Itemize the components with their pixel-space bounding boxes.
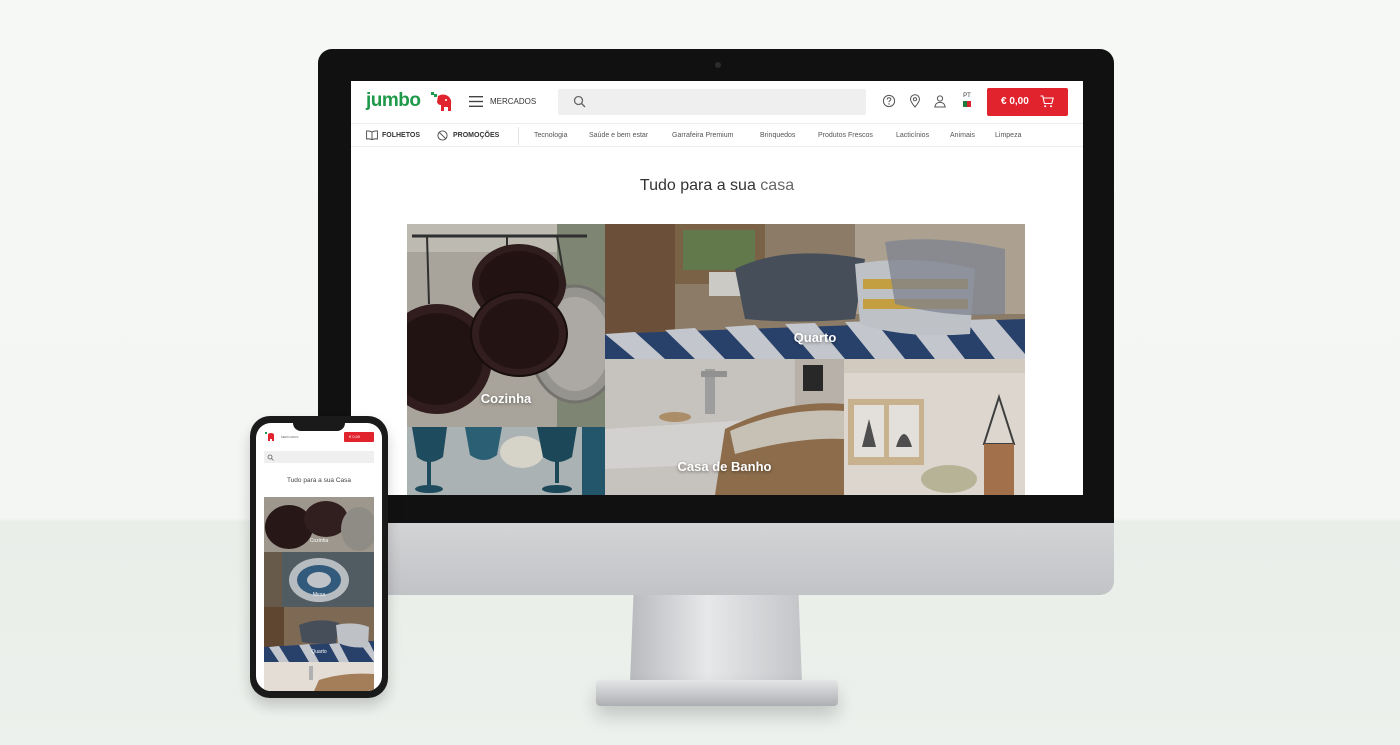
language-selector[interactable]: PT bbox=[961, 93, 973, 109]
tile-cozinha-label: Cozinha bbox=[480, 391, 532, 406]
tile-casa-de-banho-label: Casa de Banho bbox=[677, 459, 772, 474]
elephant-logo-icon[interactable] bbox=[431, 92, 453, 112]
tile-cozinha[interactable]: Cozinha bbox=[407, 224, 605, 427]
mobile-tile-quarto-label: Quarto bbox=[311, 649, 327, 655]
tile-quarto[interactable]: Quarto bbox=[605, 224, 1025, 359]
mobile-page-title: Tudo para a sua Casa bbox=[286, 477, 352, 484]
user-account-icon[interactable] bbox=[933, 94, 947, 108]
mobile-screen: MERCADOS € 0,00 Tudo para a sua Casa Coz… bbox=[256, 423, 382, 691]
nav-category-lacticinios[interactable]: Lacticínios bbox=[896, 132, 929, 139]
imac-stand-foot bbox=[596, 680, 838, 706]
nav-brochures-label: FOLHETOS bbox=[382, 132, 420, 139]
smartphone-frame: MERCADOS € 0,00 Tudo para a sua Casa Coz… bbox=[250, 416, 388, 698]
cart-total: € 0,00 bbox=[1001, 96, 1029, 107]
tile-decor[interactable] bbox=[844, 359, 1025, 495]
jumbo-logo[interactable]: jumbo bbox=[366, 90, 421, 112]
page-title: Tudo para a sua casa bbox=[351, 177, 1083, 195]
help-icon[interactable] bbox=[882, 94, 896, 108]
nav-category-saude[interactable]: Saúde e bem estar bbox=[589, 132, 648, 139]
mobile-tile-quarto[interactable]: Quarto bbox=[264, 607, 374, 662]
markets-menu-label[interactable]: MERCADOS bbox=[490, 97, 536, 106]
nav-category-animais[interactable]: Animais bbox=[950, 132, 975, 139]
shopping-cart-icon bbox=[1040, 95, 1054, 108]
tile-quarto-label: Quarto bbox=[793, 330, 837, 345]
tile-casa-de-banho[interactable]: Casa de Banho bbox=[605, 359, 844, 495]
location-pin-icon[interactable] bbox=[908, 94, 922, 108]
open-book-icon bbox=[366, 130, 378, 140]
nav-category-garrafeira[interactable]: Garrafeira Premium bbox=[672, 132, 733, 139]
mobile-tile-cozinha[interactable]: Cozinha bbox=[264, 497, 374, 552]
mobile-search-icon bbox=[267, 454, 274, 461]
page-title-main: Tudo para a sua bbox=[639, 177, 756, 194]
mobile-table-plates-image bbox=[264, 552, 374, 607]
search-input[interactable] bbox=[558, 89, 866, 115]
promotion-tag-icon bbox=[437, 130, 448, 141]
mobile-tile-mesa[interactable]: Mesa bbox=[264, 552, 374, 607]
desktop-screen: jumbo MERCADOS PT € 0,00 FOLHETOS PROMOÇ… bbox=[351, 81, 1083, 495]
nav-category-tecnologia[interactable]: Tecnologia bbox=[534, 132, 567, 139]
site-header: jumbo MERCADOS PT € 0,00 bbox=[351, 81, 1083, 123]
category-nav: FOLHETOS PROMOÇÕES Tecnologia Saúde e be… bbox=[351, 123, 1083, 147]
nav-category-produtos-frescos[interactable]: Produtos Frescos bbox=[818, 132, 873, 139]
search-icon[interactable] bbox=[573, 95, 586, 108]
phone-notch bbox=[293, 423, 345, 431]
nav-promotions[interactable]: PROMOÇÕES bbox=[437, 130, 500, 141]
nav-brochures[interactable]: FOLHETOS bbox=[366, 130, 420, 140]
mobile-menu-label[interactable]: MERCADOS bbox=[281, 435, 298, 439]
imac-camera bbox=[715, 62, 721, 68]
language-code: PT bbox=[963, 93, 971, 99]
tile-glassware[interactable] bbox=[407, 427, 605, 495]
blue-glassware-image bbox=[407, 427, 605, 495]
bathroom-sink-image bbox=[605, 359, 844, 495]
imac-stand-neck bbox=[630, 595, 802, 683]
nav-category-limpeza[interactable]: Limpeza bbox=[995, 132, 1021, 139]
nav-category-brinquedos[interactable]: Brinquedos bbox=[760, 132, 795, 139]
mobile-elephant-logo-icon[interactable] bbox=[265, 432, 275, 441]
mobile-search-input[interactable] bbox=[264, 451, 374, 463]
mobile-cart-button[interactable]: € 0,00 bbox=[344, 432, 374, 442]
nav-promotions-label: PROMOÇÕES bbox=[453, 132, 500, 139]
hamburger-menu-icon[interactable] bbox=[469, 96, 483, 107]
mobile-tile-bathroom[interactable] bbox=[264, 662, 374, 691]
wall-frames-decor-image bbox=[844, 359, 1025, 495]
cart-button[interactable]: € 0,00 bbox=[987, 88, 1068, 116]
mobile-tile-cozinha-label: Cozinha bbox=[309, 538, 329, 544]
imac-chin bbox=[318, 523, 1114, 595]
mobile-tile-mesa-label: Mesa bbox=[312, 592, 326, 598]
page-title-accent: casa bbox=[760, 177, 795, 194]
mobile-bathroom-image bbox=[264, 662, 374, 691]
portugal-flag-icon bbox=[963, 101, 971, 107]
nav-divider bbox=[518, 127, 519, 145]
